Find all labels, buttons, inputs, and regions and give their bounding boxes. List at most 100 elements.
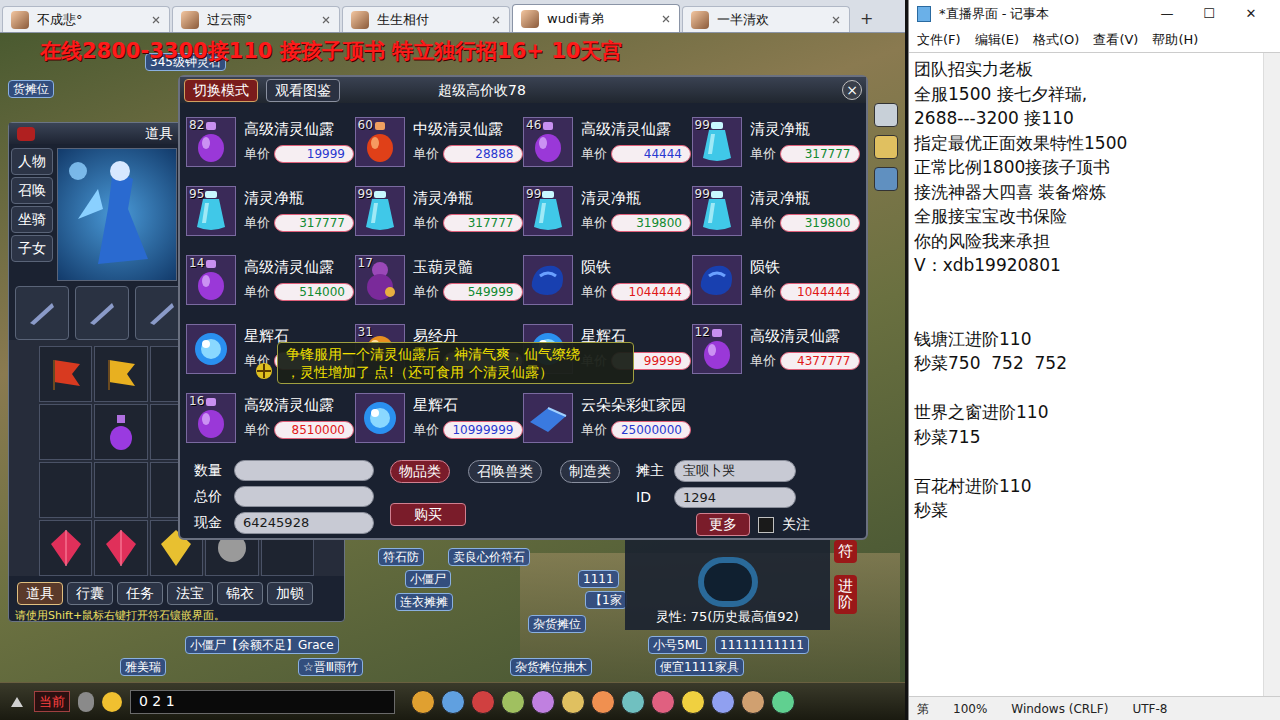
- equipment-slot[interactable]: [15, 286, 69, 340]
- carpet-icon[interactable]: [523, 393, 573, 443]
- star-stone-icon[interactable]: [355, 393, 405, 443]
- stall-item[interactable]: 陨铁单价1044444: [523, 245, 692, 314]
- mode-button[interactable]: 切换模式: [184, 79, 258, 102]
- toolbar-icon[interactable]: [441, 690, 465, 714]
- gourd-icon[interactable]: 17: [355, 255, 405, 305]
- category-tab[interactable]: 召唤兽类: [468, 460, 542, 483]
- cyan-bottle-icon[interactable]: 99: [692, 117, 742, 167]
- buy-button[interactable]: 购买: [390, 503, 466, 526]
- cyan-bottle-icon[interactable]: 99: [692, 186, 742, 236]
- inventory-slot[interactable]: [39, 520, 92, 576]
- stall-label[interactable]: 11111111111: [715, 636, 809, 654]
- atlas-button[interactable]: 观看图鉴: [266, 79, 340, 102]
- stall-label[interactable]: 小号5ML: [648, 636, 707, 654]
- stall-label[interactable]: 货摊位: [8, 80, 54, 98]
- stall-item[interactable]: 17玉葫灵髓单价549999: [355, 245, 524, 314]
- stall-label[interactable]: 杂货摊位抽木: [510, 658, 592, 676]
- purple-bottle-icon[interactable]: 82: [186, 117, 236, 167]
- stall-item[interactable]: 99清灵净瓶单价319800: [523, 176, 692, 245]
- emoji-icon[interactable]: [102, 692, 122, 712]
- tool-icon[interactable]: [874, 135, 898, 159]
- stall-label[interactable]: 雅美瑞: [120, 658, 166, 676]
- menu-item[interactable]: 格式(O): [1033, 30, 1079, 50]
- browser-tab[interactable]: 过云雨°: [172, 6, 340, 32]
- toolbar-icon[interactable]: [621, 690, 645, 714]
- stall-item[interactable]: 99清灵净瓶单价317777: [692, 107, 861, 176]
- inventory-slot[interactable]: [39, 462, 92, 518]
- purple-bottle-icon[interactable]: 12: [692, 324, 742, 374]
- toolbar-icon[interactable]: [561, 690, 585, 714]
- menu-item[interactable]: 帮助(H): [1152, 30, 1198, 50]
- stall-label[interactable]: 连衣摊摊: [395, 593, 453, 611]
- stall-label[interactable]: 卖良心价符石: [448, 548, 530, 566]
- stall-label[interactable]: 符石防: [378, 548, 424, 566]
- stall-label[interactable]: 小僵尸【余额不足】Grace: [185, 636, 339, 654]
- follow-checkbox[interactable]: [758, 517, 774, 533]
- side-tab[interactable]: 召唤: [11, 177, 53, 204]
- side-tab[interactable]: 人物: [11, 148, 53, 175]
- browser-tab[interactable]: 生生相付: [342, 6, 510, 32]
- tool-icon[interactable]: [874, 167, 898, 191]
- quantity-field[interactable]: [234, 460, 374, 481]
- menu-item[interactable]: 查看(V): [1093, 30, 1138, 50]
- inventory-tab[interactable]: 加锁: [267, 582, 313, 605]
- toolbar-icon[interactable]: [711, 690, 735, 714]
- stall-item[interactable]: 82高级清灵仙露单价19999: [186, 107, 355, 176]
- stall-item[interactable]: 16高级清灵仙露单价8510000: [186, 383, 355, 452]
- scrollbar[interactable]: [1263, 53, 1280, 696]
- close-icon[interactable]: [321, 15, 331, 25]
- equipment-slot[interactable]: [75, 286, 129, 340]
- stall-label[interactable]: 杂货摊位: [528, 615, 586, 633]
- toolbar-icon[interactable]: [501, 690, 525, 714]
- inventory-tab[interactable]: 法宝: [167, 582, 213, 605]
- inventory-tab[interactable]: 任务: [117, 582, 163, 605]
- iron-icon[interactable]: [692, 255, 742, 305]
- side-button[interactable]: 符: [834, 540, 857, 563]
- tool-icon[interactable]: [874, 103, 898, 127]
- window-control[interactable]: ☐: [1188, 4, 1230, 24]
- inventory-slot[interactable]: [94, 520, 147, 576]
- purple-bottle-icon[interactable]: 14: [186, 255, 236, 305]
- window-control[interactable]: ✕: [1230, 4, 1272, 24]
- category-tab[interactable]: 制造类: [560, 460, 620, 483]
- stall-item[interactable]: 99清灵净瓶单价319800: [692, 176, 861, 245]
- purple-bottle-icon[interactable]: 16: [186, 393, 236, 443]
- toolbar-icon[interactable]: [591, 690, 615, 714]
- more-button[interactable]: 更多: [696, 513, 750, 536]
- stall-item[interactable]: 14高级清灵仙露单价514000: [186, 245, 355, 314]
- browser-tab[interactable]: 一半清欢: [682, 6, 850, 32]
- star-stone-icon[interactable]: [186, 324, 236, 374]
- category-tab[interactable]: 物品类: [390, 460, 450, 483]
- inventory-tab[interactable]: 道具: [17, 582, 63, 605]
- side-tab[interactable]: 坐骑: [11, 206, 53, 233]
- stall-item[interactable]: 99清灵净瓶单价317777: [355, 176, 524, 245]
- stall-item[interactable]: 60中级清灵仙露单价28888: [355, 107, 524, 176]
- stall-item[interactable]: 46高级清灵仙露单价44444: [523, 107, 692, 176]
- chat-input[interactable]: 0 2 1: [130, 690, 395, 714]
- stall-label[interactable]: 小僵尸: [405, 570, 451, 588]
- cyan-bottle-icon[interactable]: 99: [355, 186, 405, 236]
- stall-label[interactable]: 1111: [578, 570, 619, 588]
- menu-item[interactable]: 编辑(E): [975, 30, 1019, 50]
- toolbar-icon[interactable]: [471, 690, 495, 714]
- expand-icon[interactable]: [8, 693, 26, 711]
- close-icon[interactable]: [491, 15, 501, 25]
- cyan-bottle-icon[interactable]: 99: [523, 186, 573, 236]
- stall-label[interactable]: ☆晋Ⅲ雨竹: [298, 658, 363, 676]
- toolbar-icon[interactable]: [681, 690, 705, 714]
- menu-item[interactable]: 文件(F): [917, 30, 961, 50]
- window-control[interactable]: —: [1146, 4, 1188, 24]
- stall-item[interactable]: 95清灵净瓶单价317777: [186, 176, 355, 245]
- stall-label[interactable]: 【1家: [585, 591, 627, 609]
- toolbar-icon[interactable]: [771, 690, 795, 714]
- browser-tab[interactable]: 不成悲°: [2, 6, 170, 32]
- inventory-slot[interactable]: [39, 346, 92, 402]
- microphone-icon[interactable]: [78, 692, 94, 712]
- inventory-slot[interactable]: [94, 404, 147, 460]
- toolbar-icon[interactable]: [651, 690, 675, 714]
- advance-button[interactable]: 进阶: [834, 575, 857, 614]
- total-field[interactable]: [234, 486, 374, 507]
- stall-item[interactable]: 陨铁单价1044444: [692, 245, 861, 314]
- channel-button[interactable]: 当前: [34, 691, 70, 713]
- toolbar-icon[interactable]: [531, 690, 555, 714]
